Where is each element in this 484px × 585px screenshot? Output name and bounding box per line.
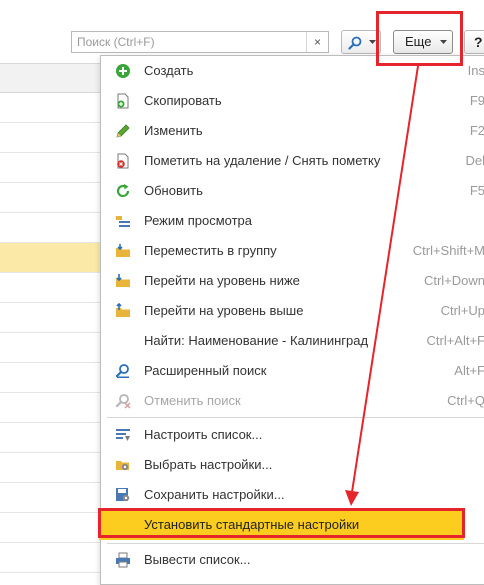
- menu-item-label: Создать: [144, 63, 194, 78]
- delete-mark-icon: [117, 153, 129, 169]
- menu-item-label: Отменить поиск: [144, 393, 241, 408]
- list-row[interactable]: [0, 393, 100, 423]
- list-row[interactable]: [0, 363, 100, 393]
- level-down-icon: [116, 274, 130, 287]
- menu-item-move-to-group[interactable]: Переместить в группу Ctrl+Shift+M: [101, 236, 484, 266]
- menu-item-label: Перейти на уровень ниже: [144, 273, 300, 288]
- menu-item-label: Режим просмотра: [144, 213, 252, 228]
- choose-settings-icon: [116, 461, 129, 471]
- menu-item-label: Обновить: [144, 183, 203, 198]
- search-options-button[interactable]: [341, 30, 381, 54]
- clear-search-button[interactable]: ×: [306, 32, 328, 52]
- menu-item-label: Найти: Наименование - Калининград: [144, 333, 369, 348]
- background-list-header: [0, 63, 100, 93]
- view-mode-icon: [116, 216, 130, 227]
- menu-item-mark-deletion[interactable]: Пометить на удаление / Снять пометку Del: [101, 146, 484, 176]
- list-row[interactable]: [0, 273, 100, 303]
- menu-item-label: Перейти на уровень выше: [144, 303, 304, 318]
- menu-item-level-down[interactable]: Перейти на уровень ниже Ctrl+Down: [101, 266, 484, 296]
- menu-item-label: Пометить на удаление / Снять пометку: [144, 153, 381, 168]
- list-row[interactable]: [0, 183, 100, 213]
- list-row[interactable]: [0, 153, 100, 183]
- menu-item-shortcut: Ctrl+Shift+M: [412, 243, 484, 258]
- save-settings-icon: [116, 488, 130, 502]
- menu-item-edit[interactable]: Изменить F2: [101, 116, 484, 146]
- menu-item-label: Расширенный поиск: [144, 363, 267, 378]
- list-row[interactable]: [0, 123, 100, 153]
- list-row[interactable]: [0, 213, 100, 243]
- list-row[interactable]: [0, 303, 100, 333]
- list-row[interactable]: [0, 453, 100, 483]
- annotation-box-more-button: [376, 11, 463, 66]
- menu-separator: [107, 417, 484, 418]
- menu-item-copy[interactable]: Скопировать F9: [101, 86, 484, 116]
- background-list: [0, 63, 100, 574]
- menu-item-label: Выбрать настройки...: [144, 457, 273, 472]
- menu-item-cancel-search[interactable]: Отменить поиск Ctrl+Q: [101, 386, 484, 416]
- menu-item-shortcut: Ctrl+Alt+F: [426, 333, 484, 348]
- menu-item-label: Вывести список...: [144, 552, 251, 567]
- annotation-box-standard-settings: [98, 508, 465, 538]
- more-actions-menu: Создать Ins Скопировать F9 Изменить F2 П…: [99, 55, 484, 585]
- refresh-icon: [116, 184, 130, 198]
- help-button[interactable]: ?: [464, 30, 484, 54]
- menu-item-configure-list[interactable]: Настроить список...: [101, 420, 484, 450]
- menu-item-label: Настроить список...: [144, 427, 263, 442]
- menu-item-view-mode[interactable]: Режим просмотра: [101, 206, 484, 236]
- list-row[interactable]: [0, 333, 100, 363]
- menu-item-shortcut: Ctrl+Q: [447, 393, 484, 408]
- configure-list-icon: [116, 429, 130, 441]
- level-up-icon: [116, 303, 130, 317]
- menu-item-shortcut: Ctrl+Up: [440, 303, 484, 318]
- menu-item-shortcut: F5: [469, 183, 484, 198]
- cancel-search-icon: [115, 394, 131, 409]
- list-row[interactable]: [0, 93, 100, 123]
- menu-item-save-settings[interactable]: Сохранить настройки...: [101, 480, 484, 510]
- plus-circle-icon: [116, 64, 130, 78]
- menu-item-shortcut: Ctrl+Down: [423, 273, 484, 288]
- copy-document-icon: [117, 93, 129, 109]
- menu-item-label: Скопировать: [144, 93, 222, 108]
- search-input[interactable]: [72, 32, 308, 52]
- menu-item-choose-settings[interactable]: Выбрать настройки...: [101, 450, 484, 480]
- list-row-selected[interactable]: [0, 243, 100, 273]
- help-button-label: ?: [474, 34, 483, 50]
- menu-item-advanced-search[interactable]: Расширенный поиск Alt+F: [101, 356, 484, 386]
- menu-item-shortcut: F9: [469, 93, 484, 108]
- magnifier-icon: [348, 36, 362, 50]
- list-row[interactable]: [0, 543, 100, 573]
- menu-separator: [107, 543, 484, 544]
- menu-item-shortcut: Alt+F: [454, 363, 484, 378]
- menu-item-shortcut: F2: [469, 123, 484, 138]
- print-list-icon: [116, 552, 130, 568]
- list-row[interactable]: [0, 513, 100, 543]
- move-to-group-icon: [116, 244, 130, 257]
- pencil-icon: [116, 124, 130, 138]
- menu-item-label: Переместить в группу: [144, 243, 277, 258]
- list-row[interactable]: [0, 423, 100, 453]
- chevron-down-icon: [369, 40, 376, 44]
- menu-item-shortcut: Del: [465, 153, 484, 168]
- advanced-search-icon: [115, 364, 129, 378]
- menu-item-print-list[interactable]: Вывести список...: [101, 545, 484, 575]
- search-field[interactable]: ×: [71, 31, 329, 53]
- menu-item-label: Сохранить настройки...: [144, 487, 285, 502]
- menu-item-level-up[interactable]: Перейти на уровень выше Ctrl+Up: [101, 296, 484, 326]
- menu-item-find-by-name[interactable]: Найти: Наименование - Калининград Ctrl+A…: [101, 326, 484, 356]
- menu-item-refresh[interactable]: Обновить F5: [101, 176, 484, 206]
- menu-item-shortcut: Ins: [467, 63, 484, 78]
- list-row[interactable]: [0, 483, 100, 513]
- menu-item-label: Изменить: [144, 123, 203, 138]
